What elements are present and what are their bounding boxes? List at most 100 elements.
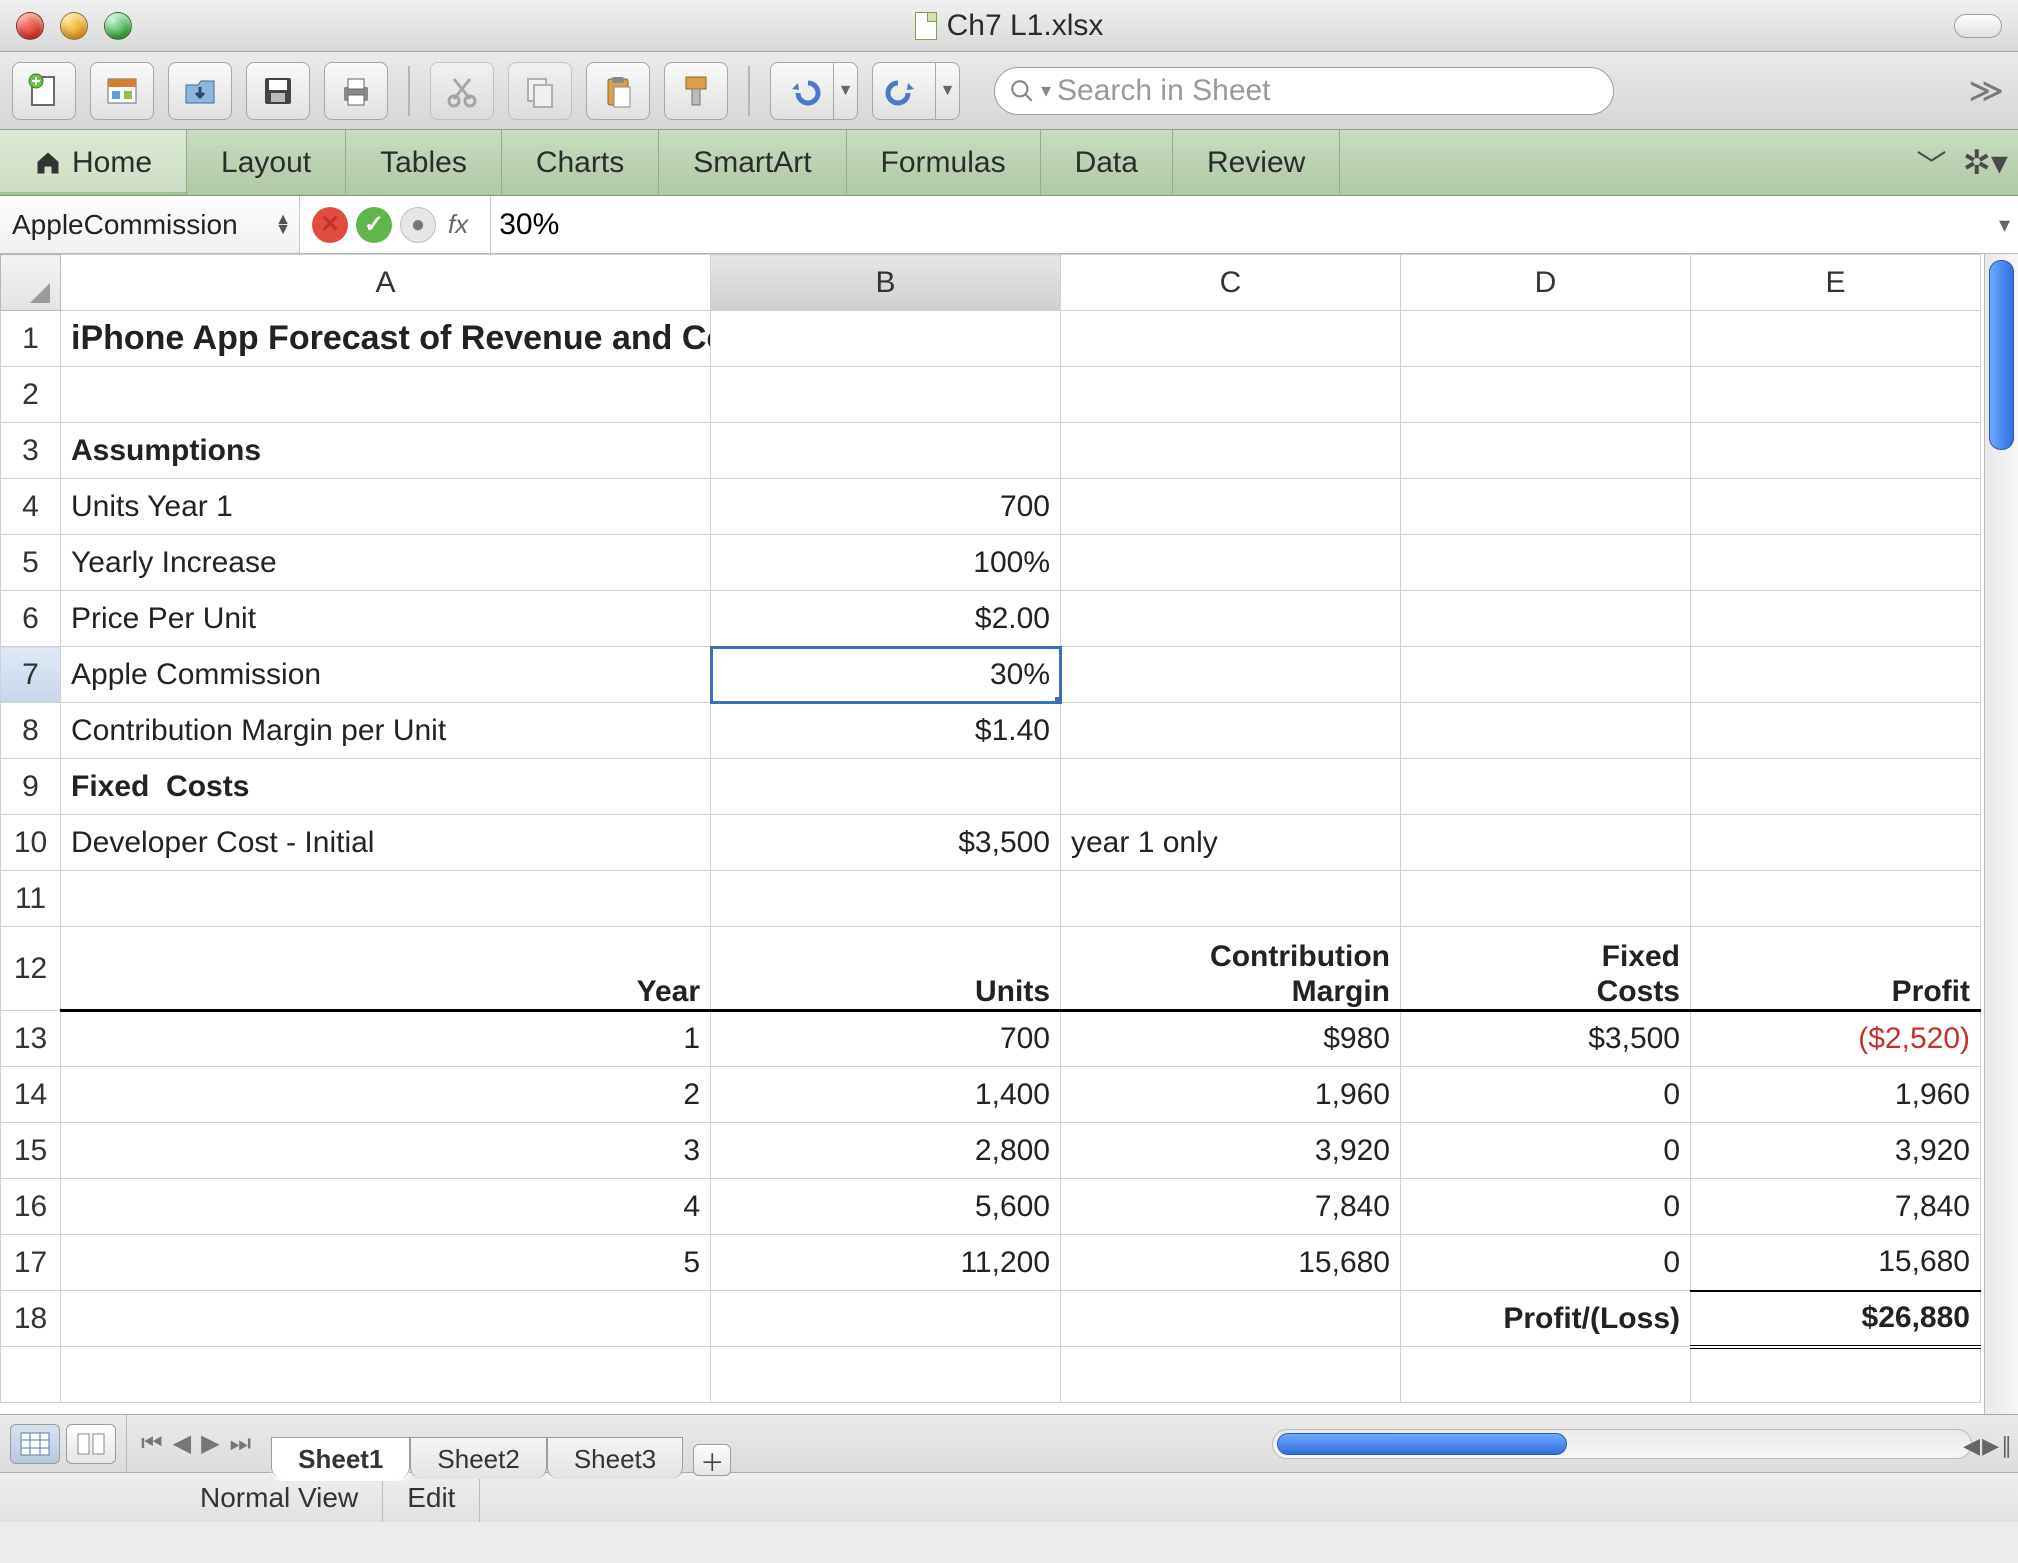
cell-E13[interactable]: ($2,520) — [1691, 1011, 1981, 1067]
cell-E1[interactable] — [1691, 311, 1981, 367]
cell-E15[interactable]: 3,920 — [1691, 1123, 1981, 1179]
cell-E16[interactable]: 7,840 — [1691, 1179, 1981, 1235]
cell-D18[interactable]: Profit/(Loss) — [1401, 1291, 1691, 1347]
cell-E10[interactable] — [1691, 815, 1981, 871]
sheet-tab-2[interactable]: Sheet2 — [410, 1437, 546, 1479]
cell-B2[interactable] — [711, 367, 1061, 423]
cell-E5[interactable] — [1691, 535, 1981, 591]
cell-C17[interactable]: 15,680 — [1061, 1235, 1401, 1291]
cell-B6[interactable]: $2.00 — [711, 591, 1061, 647]
new-workbook-button[interactable] — [12, 62, 76, 120]
row-header[interactable]: 18 — [1, 1291, 61, 1347]
row-header[interactable]: 2 — [1, 367, 61, 423]
row-header[interactable]: 9 — [1, 759, 61, 815]
cell-E18[interactable]: $26,880 — [1691, 1291, 1981, 1347]
ribbon-tab-data[interactable]: Data — [1041, 130, 1173, 195]
cell[interactable] — [1401, 1347, 1691, 1403]
cell-C6[interactable] — [1061, 591, 1401, 647]
cell-B13[interactable]: 700 — [711, 1011, 1061, 1067]
cell-B14[interactable]: 1,400 — [711, 1067, 1061, 1123]
cell-E11[interactable] — [1691, 871, 1981, 927]
cell-C3[interactable] — [1061, 423, 1401, 479]
formula-input[interactable] — [490, 196, 2018, 253]
cell-B4[interactable]: 700 — [711, 479, 1061, 535]
add-sheet-button[interactable]: ＋ — [693, 1444, 731, 1476]
hscroll-right[interactable]: ▶ — [1982, 1433, 1999, 1459]
cell-E8[interactable] — [1691, 703, 1981, 759]
sheet-tab-1[interactable]: Sheet1 — [271, 1437, 410, 1479]
cell[interactable] — [711, 1347, 1061, 1403]
cell-B16[interactable]: 5,600 — [711, 1179, 1061, 1235]
hscroll-split[interactable]: ∥ — [2001, 1433, 2012, 1459]
cell-D4[interactable] — [1401, 479, 1691, 535]
normal-view-button[interactable] — [10, 1424, 60, 1464]
ribbon-tab-smartart[interactable]: SmartArt — [659, 130, 846, 195]
row-header[interactable]: 8 — [1, 703, 61, 759]
hscroll-left[interactable]: ◀ — [1963, 1433, 1980, 1459]
cell-D7[interactable] — [1401, 647, 1691, 703]
cell-D16[interactable]: 0 — [1401, 1179, 1691, 1235]
cell-E2[interactable] — [1691, 367, 1981, 423]
cell-E12[interactable]: Profit — [1691, 927, 1981, 1011]
ribbon-collapse-button[interactable]: ﹀ — [1916, 141, 1946, 185]
row-header[interactable]: 12 — [1, 927, 61, 1011]
cell-A18[interactable] — [61, 1291, 711, 1347]
cell-A2[interactable] — [61, 367, 711, 423]
row-header[interactable] — [1, 1347, 61, 1403]
minimize-window-button[interactable] — [60, 12, 88, 40]
horizontal-scroll-thumb[interactable] — [1277, 1433, 1567, 1455]
row-header[interactable]: 7 — [1, 647, 61, 703]
ribbon-settings-button[interactable]: ✲▾ — [1962, 143, 2008, 183]
undo-button[interactable] — [770, 62, 834, 120]
select-all-corner[interactable] — [1, 255, 61, 311]
cell-C15[interactable]: 3,920 — [1061, 1123, 1401, 1179]
cell-E3[interactable] — [1691, 423, 1981, 479]
cancel-edit-button[interactable]: ✕ — [312, 207, 348, 243]
cell-D17[interactable]: 0 — [1401, 1235, 1691, 1291]
search-in-sheet[interactable]: ▾ — [994, 67, 1614, 115]
cell-B7[interactable]: 30% — [711, 647, 1061, 703]
cell-D10[interactable] — [1401, 815, 1691, 871]
cell-A1[interactable]: iPhone App Forecast of Revenue and Costs — [61, 311, 711, 367]
vertical-scrollbar[interactable] — [1984, 254, 2018, 1414]
cell-A5[interactable]: Yearly Increase — [61, 535, 711, 591]
cell-A7[interactable]: Apple Commission — [61, 647, 711, 703]
search-input[interactable] — [1057, 74, 1599, 108]
row-header[interactable]: 15 — [1, 1123, 61, 1179]
cell-B5[interactable]: 100% — [711, 535, 1061, 591]
ribbon-tab-formulas[interactable]: Formulas — [847, 130, 1041, 195]
cell-E6[interactable] — [1691, 591, 1981, 647]
undo-dropdown[interactable]: ▼ — [834, 62, 858, 120]
cell-D11[interactable] — [1401, 871, 1691, 927]
cell-A14[interactable]: 2 — [61, 1067, 711, 1123]
ribbon-tab-layout[interactable]: Layout — [187, 130, 346, 195]
print-button[interactable] — [324, 62, 388, 120]
search-dropdown-icon[interactable]: ▾ — [1041, 78, 1051, 103]
ribbon-tab-home[interactable]: Home — [0, 130, 187, 195]
cell-D14[interactable]: 0 — [1401, 1067, 1691, 1123]
cell-C16[interactable]: 7,840 — [1061, 1179, 1401, 1235]
cell-D8[interactable] — [1401, 703, 1691, 759]
cell-A11[interactable] — [61, 871, 711, 927]
row-header[interactable]: 6 — [1, 591, 61, 647]
name-box-stepper[interactable]: ▲▼ — [275, 215, 291, 235]
row-header[interactable]: 4 — [1, 479, 61, 535]
row-header[interactable]: 3 — [1, 423, 61, 479]
redo-button[interactable] — [872, 62, 936, 120]
cell-C12[interactable]: ContributionMargin — [1061, 927, 1401, 1011]
cell-C9[interactable] — [1061, 759, 1401, 815]
sheet-nav-last[interactable]: ⏭ — [226, 1428, 256, 1460]
col-header-B[interactable]: B — [711, 255, 1061, 311]
cell-A10[interactable]: Developer Cost - Initial — [61, 815, 711, 871]
cell-E17[interactable]: 15,680 — [1691, 1235, 1981, 1291]
name-box[interactable]: AppleCommission ▲▼ — [0, 196, 300, 253]
sheet-nav-next[interactable]: ▶ — [197, 1427, 223, 1460]
cut-button[interactable] — [430, 62, 494, 120]
close-window-button[interactable] — [16, 12, 44, 40]
cell-C14[interactable]: 1,960 — [1061, 1067, 1401, 1123]
col-header-C[interactable]: C — [1061, 255, 1401, 311]
cell-B3[interactable] — [711, 423, 1061, 479]
vertical-scroll-thumb[interactable] — [1989, 260, 2014, 450]
cell-C11[interactable] — [1061, 871, 1401, 927]
cell-E9[interactable] — [1691, 759, 1981, 815]
